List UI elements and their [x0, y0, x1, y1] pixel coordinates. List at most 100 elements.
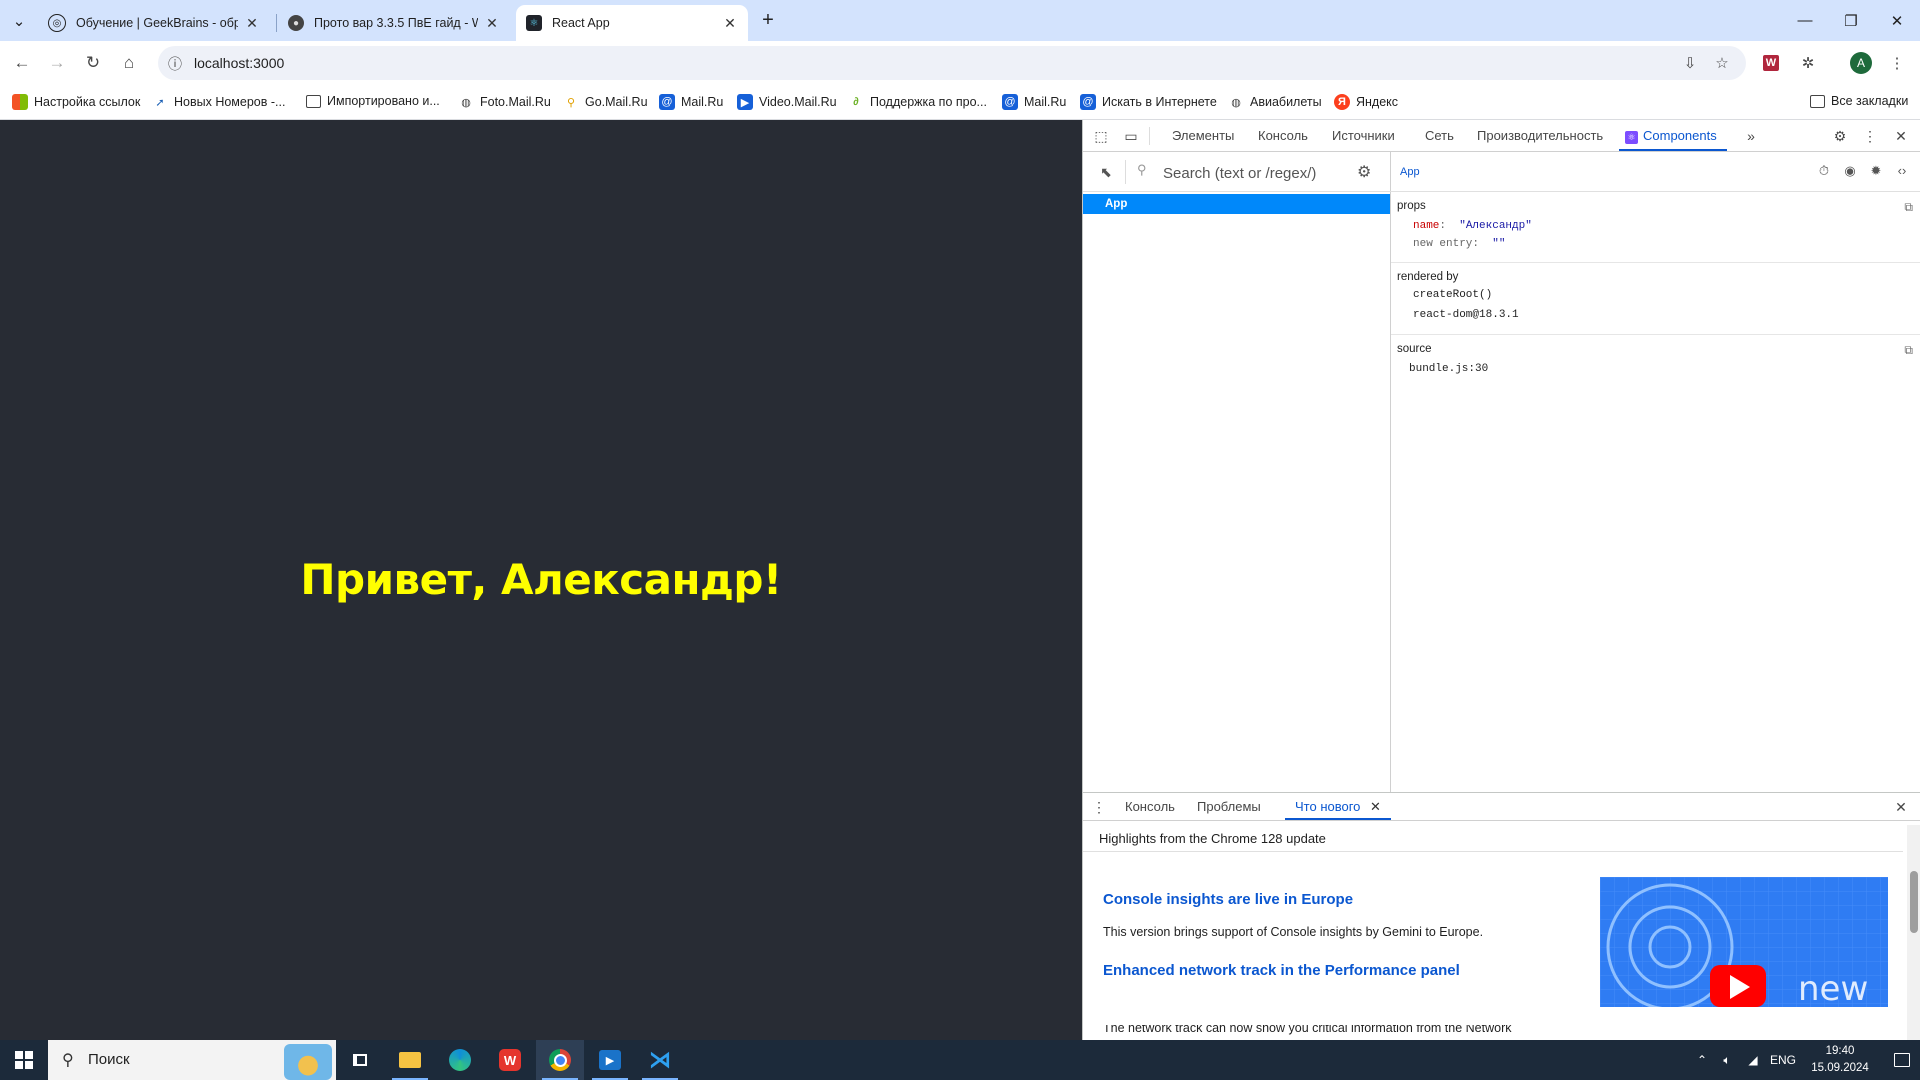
drawer-scrollbar[interactable] [1907, 825, 1920, 1041]
close-drawer-icon[interactable]: ✕ [1891, 797, 1911, 817]
props-section: props ⧉ name: "Александр" new entry: "" [1391, 192, 1920, 263]
profile-initial: A [1850, 52, 1872, 74]
extensions-icon[interactable]: ✲ [1795, 50, 1821, 76]
edge-icon[interactable] [436, 1040, 484, 1080]
task-view-icon[interactable] [336, 1040, 384, 1080]
bookmark-item[interactable]: Я Яндекс [1334, 94, 1398, 110]
tab-wow-guide[interactable]: ● Прото вар 3.3.5 ПвЕ гайд - Wo ✕ [278, 5, 510, 41]
bookmark-item[interactable]: @ Mail.Ru [1002, 94, 1066, 110]
home-button[interactable]: ⌂ [114, 48, 144, 78]
tab-performance[interactable]: Производительность [1477, 120, 1603, 151]
copy-icon[interactable]: ⧉ [1904, 343, 1913, 358]
network-icon[interactable]: ◢ [1742, 1040, 1764, 1080]
new-tab-button[interactable]: + [752, 0, 784, 41]
more-tabs-icon[interactable]: » [1741, 126, 1761, 146]
device-toolbar-icon[interactable]: ▭ [1121, 126, 1141, 146]
close-icon[interactable]: ✕ [484, 15, 500, 32]
tab-title: React App [552, 16, 610, 30]
select-element-icon[interactable]: ⬉ [1097, 164, 1115, 182]
timer-icon[interactable]: ⏱ [1815, 163, 1833, 181]
bookmark-label: Mail.Ru [681, 95, 724, 109]
drawer-tab-console[interactable]: Консоль [1125, 793, 1175, 820]
drawer-tab-whats-new[interactable]: Что нового ✕ [1285, 793, 1391, 820]
inspect-element-icon[interactable]: ⬚ [1091, 126, 1111, 146]
address-bar[interactable]: ⓘ localhost:3000 [158, 46, 1746, 80]
reload-button[interactable]: ↻ [78, 48, 108, 78]
bookmark-item[interactable]: ▶ Video.Mail.Ru [737, 94, 837, 110]
file-explorer-icon[interactable] [386, 1040, 434, 1080]
prop-separator: : [1472, 238, 1480, 250]
react-icon: ⚛ [1625, 131, 1638, 144]
minimize-button[interactable]: — [1782, 0, 1828, 41]
taskbar-search[interactable]: ⚲ Поиск [48, 1040, 336, 1080]
close-icon[interactable]: ✕ [1370, 799, 1381, 814]
bookmark-item[interactable]: ⚲ Go.Mail.Ru [563, 94, 648, 110]
prop-row[interactable]: name: "Александр" [1413, 220, 1532, 232]
start-button[interactable] [0, 1040, 48, 1080]
bookmark-item[interactable]: ∂ Поддержка по про... [848, 94, 987, 110]
close-icon[interactable]: ✕ [722, 15, 738, 32]
thumbnail-text: new [1798, 969, 1869, 1007]
bookmark-item[interactable]: ➚ Новых Номеров -... [152, 94, 285, 110]
copy-icon[interactable]: ⧉ [1904, 200, 1913, 215]
tab-components[interactable]: ⚛ Components [1619, 120, 1727, 151]
whats-new-link[interactable]: Console insights are live in Europe [1103, 891, 1353, 908]
windows-taskbar: ⚲ Поиск W ▶ ⋊ ⌃ 🔈︎ ◢ ENG 19:40 15.09.202… [0, 1040, 1920, 1080]
drawer-menu-icon[interactable]: ⋮ [1089, 797, 1109, 817]
section-title: rendered by [1397, 271, 1459, 283]
bookmark-star-icon[interactable]: ☆ [1709, 50, 1735, 76]
bookmark-folder[interactable]: Импортировано и... [306, 94, 440, 108]
prop-row[interactable]: new entry: "" [1413, 238, 1505, 250]
code-icon[interactable]: ‹› [1893, 163, 1911, 181]
tab-network[interactable]: Сеть [1425, 120, 1454, 151]
gear-icon[interactable]: ⚙ [1357, 162, 1371, 182]
restore-button[interactable]: ❐ [1828, 0, 1874, 41]
bookmark-item[interactable]: @ Mail.Ru [659, 94, 723, 110]
install-app-icon[interactable]: ⇩ [1677, 50, 1703, 76]
drawer-tab-issues[interactable]: Проблемы [1197, 793, 1261, 820]
clock[interactable]: 19:40 15.09.2024 [1800, 1043, 1880, 1077]
notifications-icon[interactable] [1884, 1040, 1920, 1080]
chrome-icon[interactable] [536, 1040, 584, 1080]
search-input[interactable] [1161, 160, 1345, 186]
back-button[interactable]: ← [7, 48, 37, 78]
media-player-icon[interactable]: ▶ [586, 1040, 634, 1080]
close-icon[interactable]: ✕ [1891, 126, 1911, 146]
bookmark-item[interactable]: ◍ Foto.Mail.Ru [458, 94, 551, 110]
component-search-bar: ⬉ ⚲ ⚙ [1083, 152, 1391, 192]
all-bookmarks-button[interactable]: Все закладки [1810, 94, 1908, 108]
office-extension-icon[interactable]: W [1758, 50, 1784, 76]
chevron-up-icon[interactable]: ⌃ [1692, 1040, 1712, 1080]
bookmark-item[interactable]: ◍ Авиабилеты [1228, 94, 1321, 110]
bug-icon[interactable]: ✹ [1867, 163, 1885, 181]
gear-icon[interactable]: ⚙ [1830, 126, 1850, 146]
avatar[interactable]: A [1848, 50, 1874, 76]
tree-item-app[interactable]: App [1083, 194, 1390, 214]
bookmark-item[interactable]: @ Искать в Интернете [1080, 94, 1217, 110]
tab-geekbrains[interactable]: ◎ Обучение | GeekBrains - обра ✕ [38, 5, 270, 41]
language-indicator[interactable]: ENG [1766, 1040, 1800, 1080]
url-text[interactable]: localhost:3000 [194, 55, 284, 71]
close-window-button[interactable]: ✕ [1874, 0, 1920, 41]
bookmark-label: Video.Mail.Ru [759, 95, 837, 109]
source-link[interactable]: bundle.js:30 [1409, 363, 1488, 375]
bookmark-item[interactable]: Настройка ссылок [12, 94, 140, 110]
prop-key: new entry [1413, 238, 1473, 250]
tab-search-button[interactable]: ⌄ [0, 0, 38, 41]
tab-sources[interactable]: Источники [1332, 120, 1395, 151]
tab-console[interactable]: Консоль [1258, 120, 1308, 151]
forward-button[interactable]: → [42, 48, 72, 78]
tab-elements[interactable]: Элементы [1172, 120, 1234, 151]
close-icon[interactable]: ✕ [244, 15, 260, 32]
menu-icon[interactable]: ⋮ [1884, 50, 1910, 76]
site-info-icon[interactable]: ⓘ [166, 54, 184, 72]
volume-icon[interactable]: 🔈︎ [1716, 1040, 1738, 1080]
tab-react-app[interactable]: ⚛ React App ✕ [516, 5, 748, 41]
whats-new-video-thumbnail[interactable]: new [1600, 877, 1888, 1007]
section-title: source [1397, 343, 1432, 355]
menu-icon[interactable]: ⋮ [1860, 126, 1880, 146]
vscode-icon[interactable]: ⋊ [636, 1040, 684, 1080]
eye-icon[interactable]: ◉ [1841, 163, 1859, 181]
wps-office-icon[interactable]: W [486, 1040, 534, 1080]
whats-new-link[interactable]: Enhanced network track in the Performanc… [1103, 962, 1460, 979]
